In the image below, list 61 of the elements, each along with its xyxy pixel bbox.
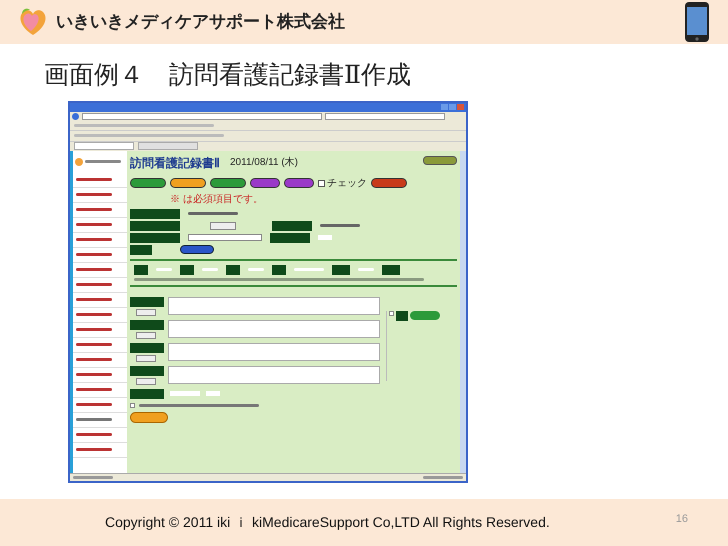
blurred-text (248, 268, 264, 272)
blurred-text (320, 224, 360, 228)
search-field[interactable] (325, 113, 445, 120)
form-label (130, 342, 164, 353)
company-name: いきいきメディケアサポート株式会社 (56, 11, 345, 34)
smartphone-icon (684, 1, 710, 44)
form-label (130, 388, 164, 399)
form-label (180, 264, 194, 275)
check-checkbox[interactable]: チェック (318, 176, 367, 191)
time-field[interactable] (206, 391, 220, 396)
date-text: 2011/08/11 (木) (230, 156, 298, 170)
pill-button[interactable] (170, 178, 206, 188)
address-field[interactable] (82, 113, 322, 120)
checkbox[interactable] (389, 310, 394, 316)
date-field[interactable] (170, 391, 200, 396)
search-button[interactable] (136, 332, 156, 339)
back-button-icon[interactable] (72, 113, 79, 120)
page-number: 16 (676, 512, 688, 528)
required-note: ※ は必須項目です。 (169, 194, 264, 205)
pill-button[interactable] (371, 178, 407, 188)
form-label (270, 232, 310, 243)
form-label (332, 264, 350, 275)
form-label (130, 220, 180, 231)
search-button[interactable] (136, 308, 156, 316)
copyright-text: Copyright © 2011 iki ｉ kiMedicareSupport Co,LTD All Rights Reserved. (105, 512, 550, 532)
form-label (130, 320, 164, 330)
pill-button[interactable] (130, 178, 166, 188)
date-stepper[interactable] (210, 222, 236, 230)
vitals-button[interactable] (180, 245, 214, 254)
blurred-text (156, 268, 172, 272)
form-label (272, 220, 312, 231)
slide-title: 画面例４ 訪問看護記録書Ⅱ作成 (44, 58, 411, 91)
save-button[interactable] (130, 412, 168, 423)
search-button[interactable] (136, 354, 156, 362)
form-label (130, 232, 180, 243)
insert-button[interactable] (410, 310, 440, 320)
blurred-text (202, 268, 218, 272)
form-label (134, 264, 148, 275)
logo-icon (75, 158, 83, 166)
pill-button[interactable] (250, 178, 280, 188)
form-label (226, 264, 240, 275)
blurred-text (73, 476, 113, 479)
form-label (382, 264, 400, 275)
form-label (130, 366, 164, 376)
blurred-text (85, 160, 121, 164)
form-heading: 訪問看護記録書Ⅱ (130, 154, 220, 172)
form-label (396, 310, 408, 321)
form-label (130, 244, 152, 255)
pill-button[interactable] (210, 178, 246, 188)
form-label (272, 264, 286, 275)
pill-button[interactable] (284, 178, 314, 188)
checkbox[interactable] (130, 402, 135, 408)
blurred-text (294, 268, 324, 272)
blurred-text (423, 476, 463, 479)
form-label (130, 208, 180, 219)
search-button[interactable] (136, 378, 156, 385)
blurred-text (188, 212, 238, 216)
blurred-text (358, 268, 374, 272)
logout-button[interactable] (423, 156, 457, 165)
form-label (130, 296, 164, 307)
staff-field[interactable] (318, 235, 332, 240)
